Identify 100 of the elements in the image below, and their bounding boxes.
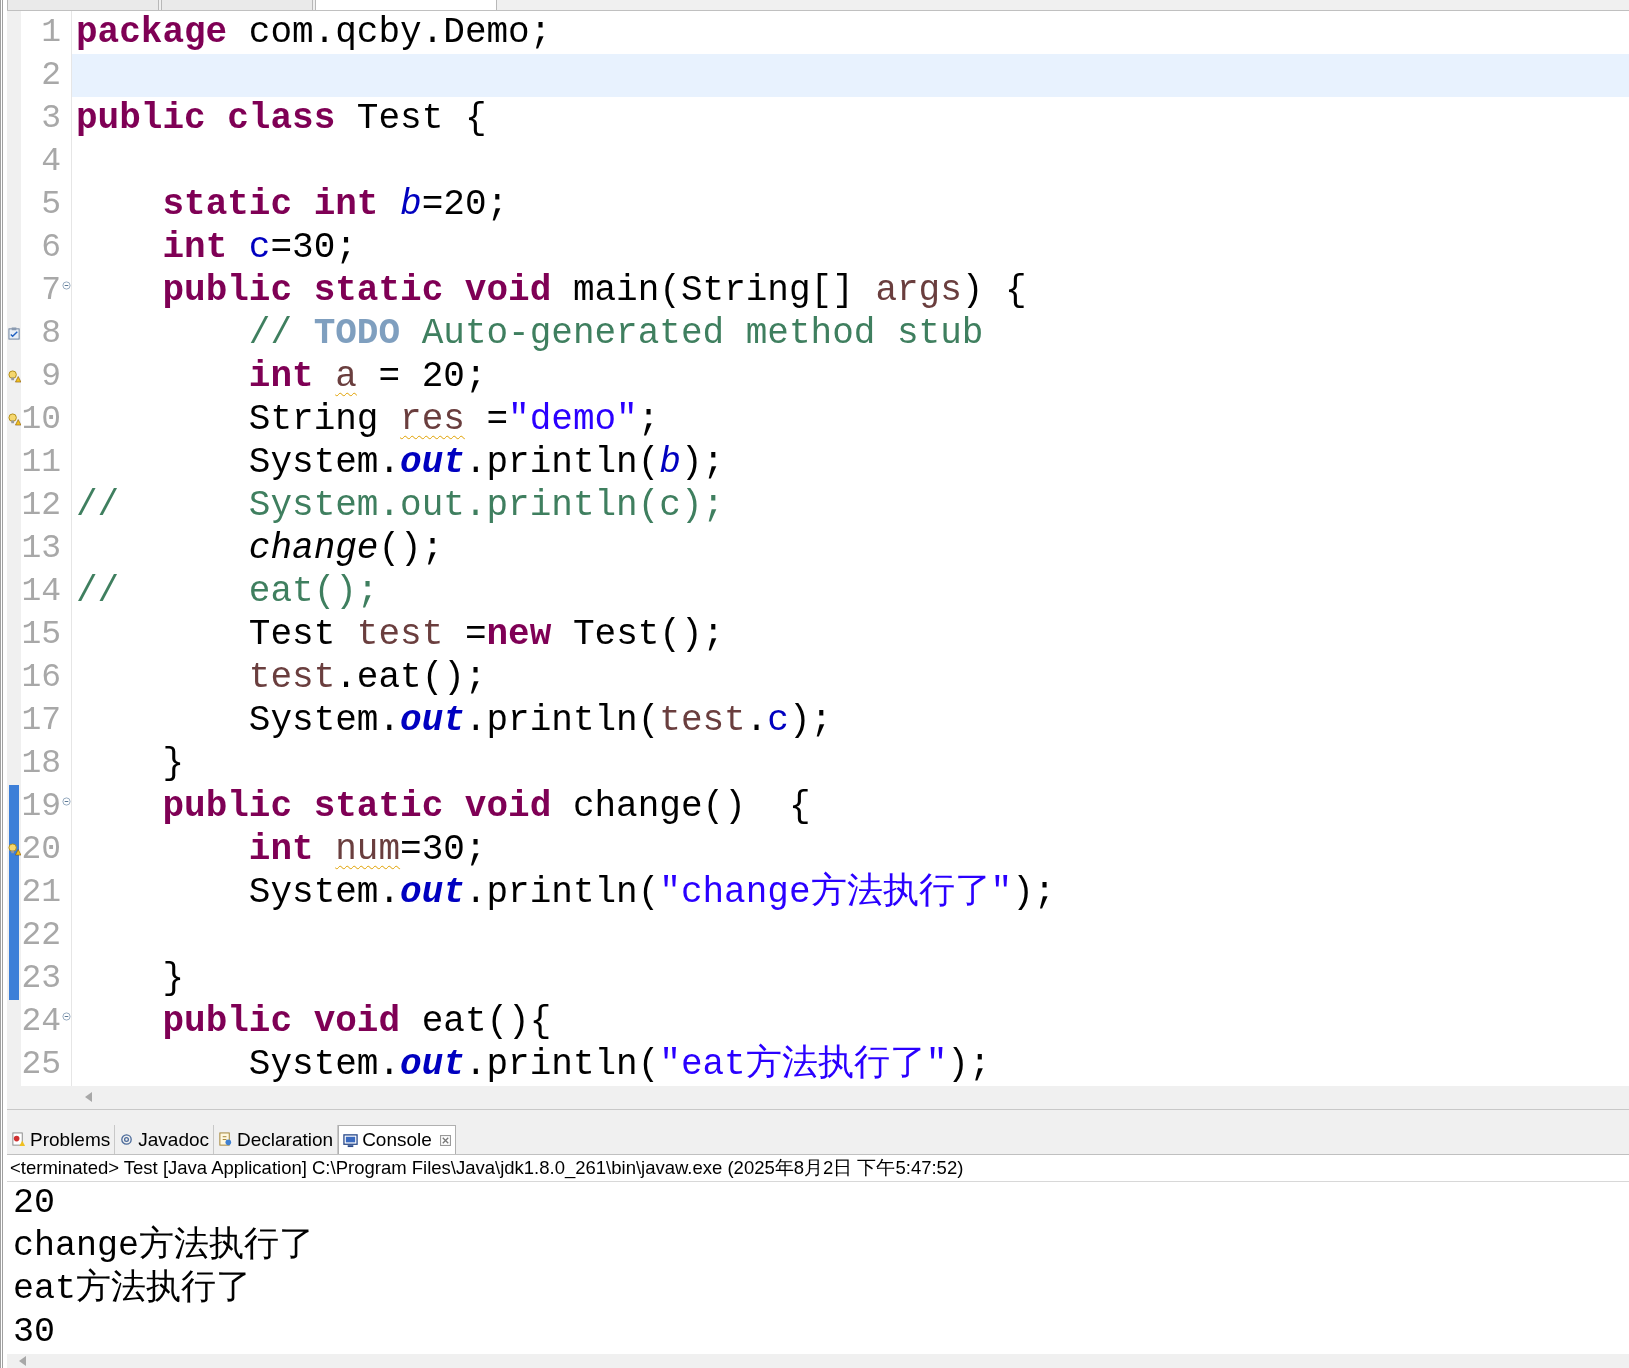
local-variable: test xyxy=(659,699,746,741)
line-number: 21 xyxy=(21,872,61,913)
keyword: public static void xyxy=(162,785,552,827)
code-text: String xyxy=(248,398,379,440)
console-output: change方法执行了 xyxy=(13,1225,316,1268)
code-text: change() { xyxy=(572,785,811,827)
string-literal: "demo" xyxy=(508,398,638,440)
code-text: com.qcby.Demo; xyxy=(248,11,552,53)
code-text: = xyxy=(464,613,487,655)
string-literal: "change方法执行了" xyxy=(659,871,1013,913)
line-number: 24 xyxy=(21,1001,61,1042)
code-text: System. xyxy=(248,871,401,913)
code-comment: // eat(); xyxy=(76,570,379,612)
line-number: 16 xyxy=(21,657,61,698)
scroll-left-icon[interactable] xyxy=(85,1092,93,1103)
line-number: 19 xyxy=(21,786,61,827)
scroll-left-icon[interactable] xyxy=(19,1356,27,1367)
collapse-icon[interactable] xyxy=(61,796,71,806)
monitor-icon xyxy=(343,1132,359,1148)
line-number: 13 xyxy=(21,528,61,569)
line-number: 20 xyxy=(21,829,61,870)
line-number: 23 xyxy=(21,958,61,999)
code-text: =20; xyxy=(421,183,509,225)
console-header: <terminated> Test [Java Application] C:\Program Files\Java\jdk1.8.0_261\bin\javaw.exe (2025年8月2日 下午5:47:52) xyxy=(7,1155,1629,1183)
declaration-icon xyxy=(218,1132,234,1148)
code-text: .println( xyxy=(464,441,660,483)
code-text: Test xyxy=(248,613,336,655)
line-number: 4 xyxy=(40,141,61,182)
local-variable: test xyxy=(248,656,336,698)
problems-icon xyxy=(11,1132,26,1148)
line-number: 5 xyxy=(40,184,61,225)
console-output: 20 xyxy=(13,1182,56,1226)
code-text: .println( xyxy=(464,871,660,913)
code-text: eat(){ xyxy=(421,1000,552,1042)
code-comment: // System.out.println(c); xyxy=(76,484,725,526)
line-number: 25 xyxy=(21,1044,61,1085)
string-literal: "eat方法执行了" xyxy=(659,1043,948,1085)
keyword: static int xyxy=(162,183,379,225)
static-constant: out xyxy=(400,699,465,741)
field-name: c xyxy=(767,699,789,741)
line-number: 10 xyxy=(21,399,61,440)
unused-variable: a xyxy=(335,355,357,397)
code-text: } xyxy=(162,957,185,999)
code-text: =30; xyxy=(270,226,357,268)
line-number: 22 xyxy=(21,915,61,956)
keyword: public void xyxy=(162,1000,401,1042)
horizontal-scrollbar[interactable] xyxy=(7,1354,1629,1368)
lightbulb-warning-icon[interactable] xyxy=(7,842,21,856)
code-comment: Auto-generated method stub xyxy=(421,312,984,354)
local-variable: test xyxy=(356,613,444,655)
code-text: = xyxy=(486,398,509,440)
lightbulb-warning-icon[interactable] xyxy=(7,412,21,426)
keyword: public class xyxy=(76,97,336,139)
line-number: 6 xyxy=(40,227,61,268)
line-number: 15 xyxy=(21,614,61,655)
line-number: 18 xyxy=(21,743,61,784)
view-tab[interactable]: Javadoc xyxy=(115,1125,215,1155)
collapse-icon[interactable] xyxy=(61,1011,71,1021)
static-constant: out xyxy=(400,441,465,483)
code-text: ); xyxy=(947,1043,991,1085)
code-text: (); xyxy=(378,527,444,569)
code-text: .eat(); xyxy=(335,656,487,698)
horizontal-scrollbar[interactable] xyxy=(7,1085,1629,1110)
code-text: .println( xyxy=(464,1043,660,1085)
line-number: 7 xyxy=(40,270,61,311)
static-constant: out xyxy=(400,871,465,913)
lightbulb-warning-icon[interactable] xyxy=(7,369,21,383)
code-text: =30; xyxy=(400,828,487,870)
line-number: 9 xyxy=(40,356,61,397)
keyword: int xyxy=(162,226,228,268)
line-number: 2 xyxy=(40,55,61,96)
code-text: System. xyxy=(248,699,401,741)
line-number: 17 xyxy=(21,700,61,741)
static-field: b xyxy=(659,441,681,483)
line-number: 1 xyxy=(40,12,61,53)
keyword: int xyxy=(248,828,314,870)
line-number: 14 xyxy=(21,571,61,612)
code-text: = 20; xyxy=(378,355,487,397)
console-output: 30 xyxy=(13,1311,56,1355)
view-tab[interactable]: Problems xyxy=(7,1125,116,1155)
at-sign-icon xyxy=(119,1132,135,1148)
collapse-icon[interactable] xyxy=(61,280,71,290)
code-text: Test { xyxy=(356,97,487,139)
keyword: public static void xyxy=(162,269,552,311)
todo-tag: TODO xyxy=(313,312,401,354)
code-text: main(String[] xyxy=(572,269,854,311)
line-number: 3 xyxy=(40,98,61,139)
code-text: Test(); xyxy=(572,613,725,655)
task-icon[interactable] xyxy=(7,326,21,340)
code-text: System. xyxy=(248,441,401,483)
view-tab[interactable]: Console xyxy=(338,1125,456,1155)
code-comment: // xyxy=(248,312,293,354)
static-constant: out xyxy=(400,1043,465,1085)
close-icon[interactable] xyxy=(439,1134,451,1146)
keyword: package xyxy=(76,11,228,53)
code-text: ) { xyxy=(961,269,1027,311)
field-name: c xyxy=(248,226,271,268)
code-text: .println( xyxy=(464,699,660,741)
line-number: 11 xyxy=(21,442,61,483)
code-text: System. xyxy=(248,1043,401,1085)
